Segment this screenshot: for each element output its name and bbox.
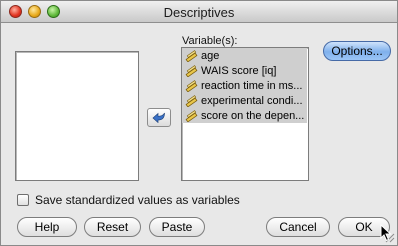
descriptives-dialog: Descriptives Variable(s): age WAIS score… <box>0 0 398 246</box>
reset-button[interactable]: Reset <box>84 217 141 237</box>
selected-variables-list[interactable]: age WAIS score [iq] reaction time in ms.… <box>181 47 309 181</box>
mouse-cursor-icon <box>380 224 392 242</box>
ruler-pencil-icon <box>185 94 198 107</box>
variable-item-label: score on the depen... <box>201 109 305 122</box>
ruler-pencil-icon <box>185 49 198 62</box>
help-button[interactable]: Help <box>17 217 77 237</box>
save-standardized-label: Save standardized values as variables <box>35 193 240 207</box>
window-title: Descriptives <box>163 5 235 20</box>
options-button[interactable]: Options... <box>323 41 391 61</box>
paste-button[interactable]: Paste <box>149 217 205 237</box>
variable-item-age[interactable]: age <box>182 48 307 63</box>
ruler-pencil-icon <box>185 79 198 92</box>
variable-item-score-dependent[interactable]: score on the depen... <box>182 108 307 123</box>
variable-item-label: reaction time in ms... <box>201 79 303 92</box>
save-standardized-row[interactable]: Save standardized values as variables <box>17 193 240 207</box>
title-bar[interactable]: Descriptives <box>1 1 397 23</box>
ruler-pencil-icon <box>185 109 198 122</box>
ruler-pencil-icon <box>185 64 198 77</box>
variable-item-reaction-time[interactable]: reaction time in ms... <box>182 78 307 93</box>
variable-item-wais-score[interactable]: WAIS score [iq] <box>182 63 307 78</box>
arrow-left-icon <box>152 112 165 123</box>
variable-item-label: age <box>201 49 220 62</box>
variable-item-experimental-condition[interactable]: experimental condi... <box>182 93 307 108</box>
variable-item-label: WAIS score [iq] <box>201 64 277 77</box>
save-standardized-checkbox[interactable] <box>17 194 29 206</box>
cancel-button[interactable]: Cancel <box>266 217 330 237</box>
move-variable-button[interactable] <box>147 108 171 127</box>
variables-label: Variable(s): <box>182 35 238 47</box>
variable-item-label: experimental condi... <box>201 94 303 107</box>
source-variable-list[interactable] <box>15 51 139 181</box>
